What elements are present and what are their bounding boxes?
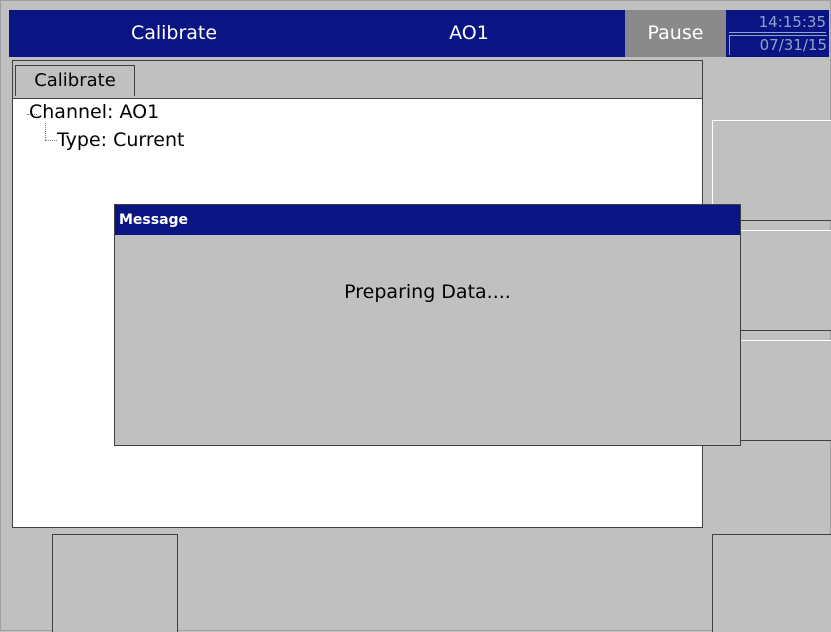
tree-connector — [45, 123, 46, 140]
dialog-title: Message — [115, 205, 740, 235]
bottom-button-right[interactable] — [712, 534, 831, 632]
bottom-button-left[interactable] — [52, 534, 178, 632]
time-display: 14:15:35 — [729, 13, 826, 33]
tab-calibrate[interactable]: Calibrate — [15, 65, 135, 96]
datetime-display: 14:15:35 07/31/15 — [726, 10, 829, 57]
dialog-message: Preparing Data.... — [344, 281, 511, 303]
status-button[interactable]: Pause — [625, 10, 726, 57]
header-title: Calibrate — [130, 22, 218, 44]
tab-strip: Calibrate — [13, 61, 702, 99]
header-bar: Calibrate AO1 Pause 14:15:35 07/31/15 — [9, 10, 829, 57]
tree-item-type[interactable]: Type: Current — [57, 129, 184, 151]
date-display: 07/31/15 — [729, 35, 827, 55]
tree-item-channel[interactable]: Channel: AO1 — [29, 101, 159, 123]
tree-connector — [45, 140, 57, 141]
header-channel: AO1 — [449, 22, 489, 44]
message-dialog: Message Preparing Data.... — [114, 204, 741, 446]
